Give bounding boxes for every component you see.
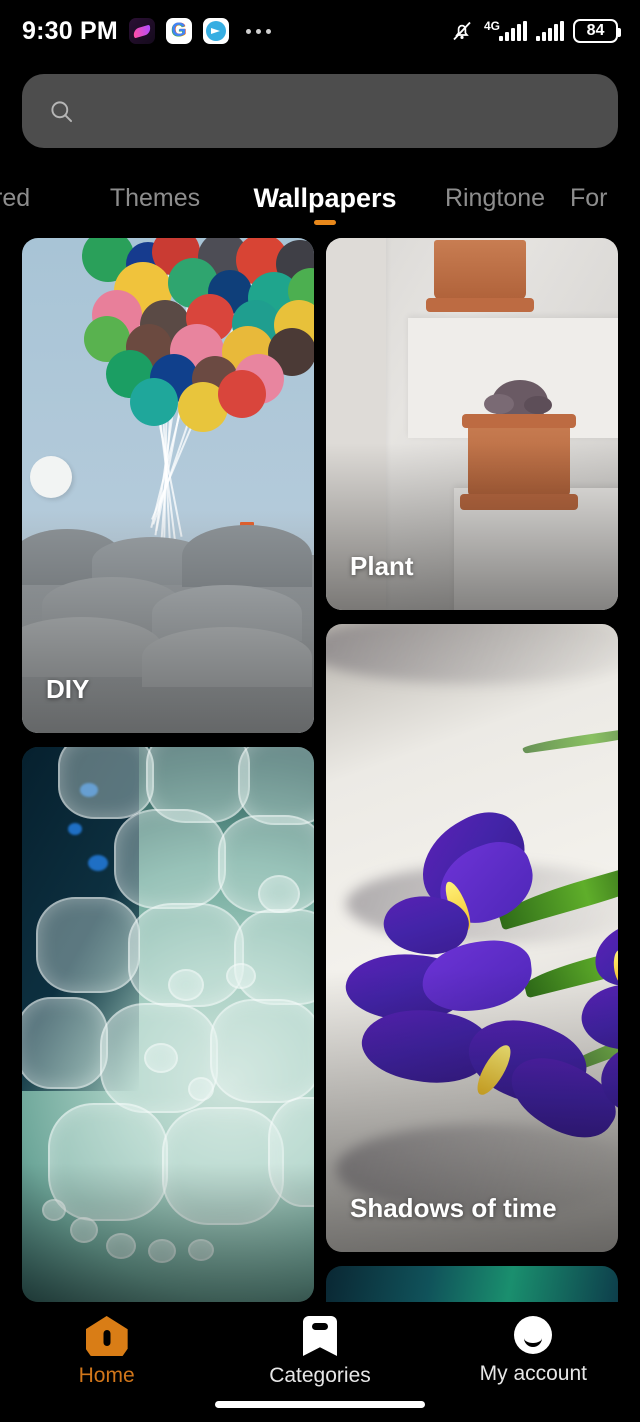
- search-input[interactable]: [89, 97, 592, 125]
- status-bar-left: 9:30 PM: [22, 17, 450, 46]
- google-icon: [165, 18, 192, 44]
- search-section: [0, 62, 640, 148]
- signal-sim2-icon: [536, 20, 564, 41]
- search-icon: [48, 98, 75, 125]
- tab-featured-label: red: [0, 183, 31, 212]
- account-face-icon: [514, 1316, 553, 1354]
- nav-item-my-account[interactable]: My account: [427, 1316, 640, 1386]
- home-icon: [85, 1316, 128, 1356]
- search-bar[interactable]: [22, 74, 618, 148]
- wallpaper-grid: DIY Plant Shadows of time: [0, 238, 640, 1302]
- bookmark-icon: [302, 1316, 337, 1356]
- status-bar: 9:30 PM 4G 84: [0, 0, 640, 62]
- active-tab-indicator: [314, 220, 336, 225]
- gesture-home-bar[interactable]: [215, 1401, 425, 1408]
- tab-wallpapers-label: Wallpapers: [253, 182, 397, 213]
- wallpaper-title: Shadows of time: [350, 1193, 557, 1223]
- battery-percent: 84: [586, 22, 605, 39]
- wallpaper-card-plant[interactable]: Plant: [326, 238, 618, 610]
- nav-account-label: My account: [479, 1362, 588, 1385]
- status-time: 9:30 PM: [22, 16, 118, 45]
- telegram-icon: [202, 18, 229, 44]
- wallpaper-card-teal[interactable]: [326, 1266, 618, 1302]
- wallpaper-card-bubbles[interactable]: [22, 747, 314, 1302]
- card-gradient-overlay: [22, 1163, 314, 1302]
- more-notifications-icon: [245, 28, 271, 34]
- wallpaper-title: Plant: [350, 551, 414, 581]
- tab-themes[interactable]: Themes: [80, 162, 230, 234]
- nav-categories-label: Categories: [269, 1364, 371, 1387]
- tab-ringtone[interactable]: Ringtone: [420, 162, 570, 234]
- music-app-icon: [128, 18, 155, 44]
- nav-home-label: Home: [78, 1364, 135, 1387]
- wallpaper-card-shadows-of-time[interactable]: Shadows of time: [326, 624, 618, 1252]
- tab-themes-label: Themes: [109, 183, 201, 212]
- wallpaper-card-diy[interactable]: DIY: [22, 238, 314, 733]
- tab-fonts[interactable]: For: [570, 162, 640, 234]
- nav-item-categories[interactable]: Categories: [213, 1316, 426, 1388]
- status-bar-right: 4G 84: [450, 18, 621, 43]
- bell-muted-icon: [450, 19, 474, 43]
- wallpaper-column-right: Plant Shadows of time: [326, 238, 618, 1302]
- tab-wallpapers[interactable]: Wallpapers: [230, 162, 420, 234]
- card-gradient-overlay: [326, 442, 618, 610]
- network-type-label: 4G: [484, 18, 501, 33]
- tab-ringtone-label: Ringtone: [444, 183, 546, 212]
- nav-item-home[interactable]: Home: [0, 1316, 213, 1388]
- teal-gradient-artwork: [326, 1266, 618, 1302]
- tab-fonts-label: For: [570, 183, 608, 212]
- battery-icon: 84: [573, 19, 621, 43]
- bottom-navigation: Home Categories My account: [0, 1302, 640, 1422]
- tab-featured[interactable]: red: [0, 162, 80, 234]
- signal-sim1-icon: 4G: [483, 18, 527, 41]
- wallpaper-title: DIY: [46, 674, 90, 704]
- wallpaper-column-left: DIY: [22, 238, 314, 1302]
- category-tabs[interactable]: red Themes Wallpapers Ringtone For: [0, 162, 640, 234]
